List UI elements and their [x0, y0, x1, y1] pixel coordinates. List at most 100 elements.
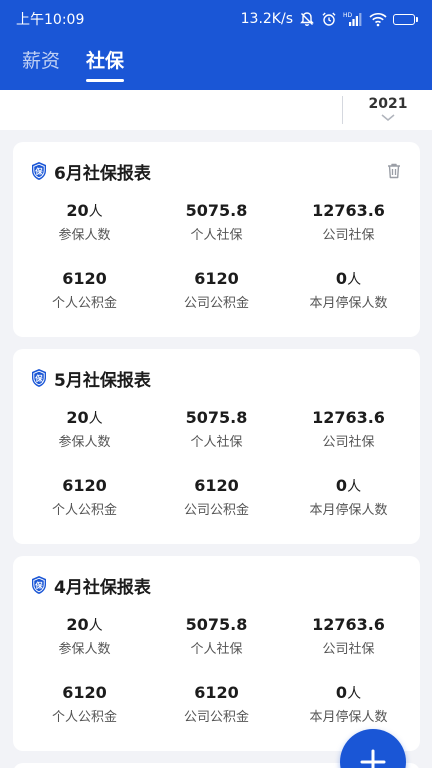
stat-value: 5075.8	[149, 407, 284, 430]
card-title: 4月社保报表	[54, 577, 151, 598]
stat-value: 5075.8	[149, 614, 284, 637]
signal-icon: HD	[343, 12, 362, 26]
status-time: 上午10:09	[16, 12, 85, 28]
stat-label: 公司社保	[322, 435, 375, 450]
stat-item: 5075.8 个人社保	[149, 200, 284, 245]
signal-hd-label: HD	[343, 12, 353, 19]
stat-label: 本月停保人数	[309, 296, 388, 311]
report-card[interactable]: 保 4月社保报表 20人 参保人数 5075.8 个人社保 12763.6 公司社保 6120 个…	[13, 556, 420, 751]
stat-label: 个人社保	[190, 435, 243, 450]
year-value: 2021	[368, 96, 408, 112]
stat-value: 6120	[17, 475, 152, 498]
stat-label: 参保人数	[58, 642, 111, 657]
stat-label: 公司社保	[322, 228, 375, 243]
stat-item: 0人本月停保人数	[281, 268, 416, 313]
stat-label: 本月停保人数	[309, 503, 388, 518]
app-header: 上午10:09 13.2K/s HD 薪资 社保	[0, 0, 432, 90]
bell-muted-icon	[300, 12, 314, 26]
stat-value: 6120	[149, 268, 284, 291]
stat-value: 6120	[17, 682, 152, 705]
divider	[342, 96, 343, 124]
plus-icon	[360, 749, 386, 768]
stat-item: 0人本月停保人数	[281, 682, 416, 727]
stat-number: 0	[335, 269, 348, 288]
stat-number: 12763.6	[312, 408, 385, 427]
stat-item: 20人参保人数	[17, 407, 152, 452]
stat-unit: 人	[88, 411, 103, 427]
stat-value: 5075.8	[149, 200, 284, 223]
tab-social-security[interactable]: 社保	[86, 38, 125, 82]
stat-item: 5075.8 个人社保	[149, 407, 284, 452]
filter-bar: 2021	[0, 90, 432, 130]
shield-badge-char: 保	[34, 373, 43, 383]
stat-item: 6120 公司公积金	[149, 268, 284, 313]
report-card[interactable]: 保 6月社保报表 20人 参保人数 5075.8 个人社保 12763.6 公司社保 6120 个…	[13, 142, 420, 337]
stat-number: 6120	[62, 683, 107, 702]
stat-value: 6120	[149, 682, 284, 705]
shield-icon: 保	[32, 576, 46, 594]
stat-item: 12763.6 公司社保	[281, 614, 416, 659]
stat-value: 12763.6	[281, 614, 416, 637]
stat-label: 个人社保	[190, 642, 243, 657]
tab-salary[interactable]: 薪资	[22, 38, 60, 82]
stat-item: 20人参保人数	[17, 200, 152, 245]
stat-value: 0人	[281, 682, 416, 705]
card-header: 保 4月社保报表	[30, 572, 404, 598]
stat-value: 0人	[281, 268, 416, 291]
stat-unit: 人	[347, 479, 362, 495]
stat-item: 6120 公司公积金	[149, 475, 284, 520]
stat-item: 6120 个人公积金	[17, 682, 152, 727]
stat-label: 个人社保	[190, 228, 243, 243]
shield-icon: 保	[32, 162, 46, 180]
stat-value: 0人	[281, 475, 416, 498]
stat-number: 12763.6	[312, 615, 385, 634]
stat-item: 5075.8 个人社保	[149, 614, 284, 659]
chevron-down-icon	[381, 114, 395, 121]
stat-number: 5075.8	[185, 615, 248, 634]
stat-number: 12763.6	[312, 201, 385, 220]
stat-unit: 人	[88, 618, 103, 634]
stat-value: 6120	[149, 475, 284, 498]
alarm-clock-icon	[322, 12, 336, 26]
stat-label: 个人公积金	[51, 503, 117, 518]
card-title: 6月社保报表	[54, 163, 151, 184]
card-title: 5月社保报表	[54, 370, 151, 391]
stat-number: 6120	[194, 683, 239, 702]
trash-icon[interactable]	[384, 161, 404, 181]
status-bar: 上午10:09 13.2K/s HD	[0, 0, 432, 38]
net-speed: 13.2K/s	[240, 11, 293, 27]
stat-number: 20	[66, 615, 89, 634]
battery-icon	[393, 13, 418, 25]
stat-item: 12763.6 公司社保	[281, 407, 416, 452]
shield-icon: 保	[32, 369, 46, 387]
stat-label: 参保人数	[58, 435, 111, 450]
stat-number: 6120	[194, 269, 239, 288]
stat-item: 6120 个人公积金	[17, 268, 152, 313]
stat-unit: 人	[347, 686, 362, 702]
stat-number: 6120	[194, 476, 239, 495]
stat-unit: 人	[88, 204, 103, 220]
top-tabs: 薪资 社保	[0, 38, 432, 90]
stat-label: 公司公积金	[183, 503, 249, 518]
stat-value: 20人	[17, 200, 152, 223]
stat-item: 0人本月停保人数	[281, 475, 416, 520]
status-icons: 13.2K/s HD	[241, 11, 418, 27]
report-card[interactable]: 保 5月社保报表 20人 参保人数 5075.8 个人社保 12763.6 公司社保 6120 个…	[13, 349, 420, 544]
stat-label: 公司公积金	[183, 296, 249, 311]
stat-label: 个人公积金	[51, 710, 117, 725]
stat-value: 12763.6	[281, 200, 416, 223]
shield-badge-char: 保	[34, 580, 43, 590]
stat-unit: 人	[347, 272, 362, 288]
stat-item: 20人参保人数	[17, 614, 152, 659]
year-dropdown[interactable]: 2021	[356, 94, 420, 128]
stat-number: 5075.8	[185, 408, 248, 427]
stat-label: 本月停保人数	[309, 710, 388, 725]
stat-item: 12763.6 公司社保	[281, 200, 416, 245]
stat-label: 参保人数	[58, 228, 111, 243]
card-header: 保 6月社保报表	[30, 158, 404, 184]
wifi-icon	[369, 13, 387, 27]
stat-number: 0	[335, 683, 348, 702]
stat-label: 公司公积金	[183, 710, 249, 725]
stat-number: 20	[66, 408, 89, 427]
stat-value: 12763.6	[281, 407, 416, 430]
